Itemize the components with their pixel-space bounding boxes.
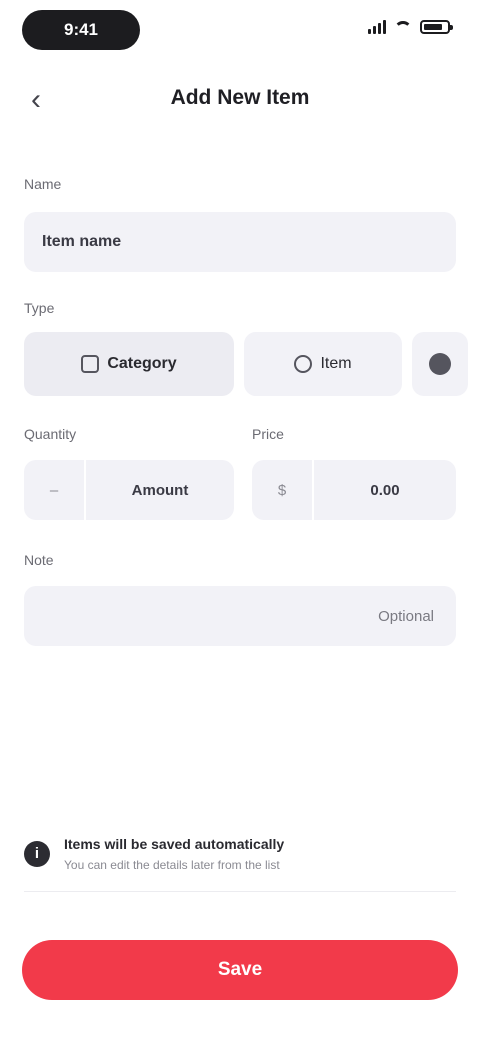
hint-body: You can edit the details later from the … bbox=[64, 857, 280, 872]
type-option-label: Category bbox=[107, 355, 177, 372]
tag-icon bbox=[294, 355, 313, 373]
status-time: 9:41 bbox=[22, 10, 140, 50]
type-selector: Category Item bbox=[24, 332, 468, 396]
page-title: Add New Item bbox=[170, 86, 310, 109]
type-option-label: Item bbox=[320, 355, 352, 372]
note-label: Note bbox=[24, 552, 54, 568]
folder-icon bbox=[81, 355, 100, 373]
battery-icon bbox=[420, 20, 453, 34]
status-icons bbox=[368, 20, 453, 34]
type-option-category[interactable]: Category bbox=[24, 332, 234, 396]
quantity-field[interactable]: – Amount bbox=[24, 460, 234, 520]
info-icon: i bbox=[24, 840, 50, 867]
name-label: Name bbox=[24, 176, 62, 192]
name-input[interactable]: Item name bbox=[24, 212, 456, 272]
name-input-value: Item name bbox=[42, 233, 122, 250]
quantity-unit: – bbox=[24, 460, 84, 520]
price-input[interactable]: 0.00 bbox=[314, 460, 456, 520]
chevron-left-icon: ‹ bbox=[31, 83, 41, 116]
quantity-label: Quantity bbox=[24, 426, 77, 442]
note-input[interactable]: Optional bbox=[24, 586, 456, 646]
type-label: Type bbox=[24, 300, 55, 316]
wifi-icon bbox=[394, 21, 412, 33]
signal-icon bbox=[368, 20, 386, 34]
more-options-button[interactable] bbox=[412, 332, 468, 396]
more-icon bbox=[429, 353, 451, 375]
nav-bar: ‹ Add New Item bbox=[0, 64, 480, 134]
quantity-input[interactable]: Amount bbox=[86, 460, 234, 520]
back-button[interactable]: ‹ bbox=[18, 82, 54, 118]
price-label: Price bbox=[252, 426, 284, 442]
price-field[interactable]: $ 0.00 bbox=[252, 460, 456, 520]
info-hint: i Items will be saved automatically You … bbox=[24, 816, 456, 892]
note-value: Optional bbox=[378, 607, 434, 625]
hint-title: Items will be saved automatically bbox=[64, 835, 285, 852]
status-bar: 9:41 bbox=[0, 0, 480, 64]
currency-symbol: $ bbox=[252, 460, 312, 520]
save-button[interactable]: Save bbox=[22, 940, 458, 1000]
type-option-item[interactable]: Item bbox=[244, 332, 402, 396]
